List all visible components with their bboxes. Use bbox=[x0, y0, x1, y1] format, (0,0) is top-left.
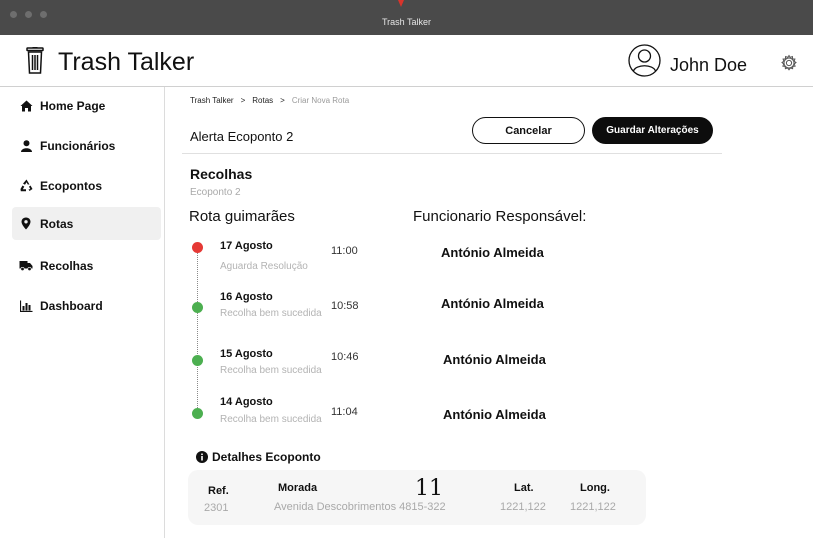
sidebar-item-dashboard[interactable]: Dashboard bbox=[12, 289, 161, 322]
trash-can-icon bbox=[26, 47, 44, 74]
entry-time: 11:04 bbox=[331, 406, 358, 418]
breadcrumb-separator: > bbox=[280, 96, 285, 105]
long-value: 1221,122 bbox=[570, 501, 616, 513]
breadcrumb-item-current: Criar Nova Rota bbox=[291, 96, 350, 105]
info-icon bbox=[196, 451, 208, 463]
entry-person: António Almeida bbox=[441, 296, 544, 311]
entry-person: António Almeida bbox=[441, 245, 544, 260]
timeline-line bbox=[197, 248, 198, 416]
route-title: Rota guimarães bbox=[189, 208, 295, 225]
divider bbox=[182, 153, 722, 154]
responsible-title: Funcionario Responsável: bbox=[413, 208, 587, 225]
sidebar-item-label: Rotas bbox=[40, 216, 74, 231]
entry-status: Recolha bem sucedida bbox=[220, 308, 322, 319]
section-title: Recolhas bbox=[190, 166, 253, 182]
entry-status: Recolha bem sucedida bbox=[220, 365, 322, 376]
sidebar: Home Page Funcionários Ecopontos Rotas R… bbox=[0, 87, 165, 538]
morada-value: Avenida Descobrimentos 4815-322 bbox=[274, 501, 446, 513]
door-number: 11 bbox=[415, 476, 443, 501]
alert-title: Alerta Ecoponto 2 bbox=[190, 129, 294, 144]
breadcrumb-item-rotas[interactable]: Rotas bbox=[252, 96, 273, 105]
status-dot-green bbox=[192, 355, 203, 366]
app-name: Trash Talker bbox=[58, 48, 195, 76]
morada-label: Morada bbox=[278, 482, 318, 494]
truck-icon bbox=[19, 259, 33, 273]
sidebar-item-label: Dashboard bbox=[40, 298, 103, 313]
person-icon bbox=[19, 139, 33, 153]
user-avatar-icon[interactable] bbox=[628, 44, 661, 77]
long-label: Long. bbox=[580, 482, 610, 494]
sidebar-item-rotas[interactable]: Rotas bbox=[12, 207, 161, 240]
entry-date: 17 Agosto bbox=[220, 240, 273, 252]
recycle-icon bbox=[19, 179, 33, 193]
window-titlebar: Trash Talker bbox=[0, 0, 813, 35]
lat-label: Lat. bbox=[514, 482, 534, 494]
breadcrumb: Trash Talker > Rotas > Criar Nova Rota bbox=[190, 96, 349, 105]
entry-time: 11:00 bbox=[331, 245, 358, 257]
pointer-marker-icon bbox=[398, 0, 404, 7]
entry-person: António Almeida bbox=[443, 352, 546, 367]
window-title: Trash Talker bbox=[381, 17, 432, 27]
entry-date: 14 Agosto bbox=[220, 396, 273, 408]
lat-value: 1221,122 bbox=[500, 501, 546, 513]
status-dot-red bbox=[192, 242, 203, 253]
entry-time: 10:58 bbox=[331, 300, 359, 312]
sidebar-item-label: Ecopontos bbox=[40, 178, 102, 193]
entry-status: Recolha bem sucedida bbox=[220, 414, 322, 425]
sidebar-item-home[interactable]: Home Page bbox=[12, 89, 161, 122]
details-title-text: Detalhes Ecoponto bbox=[212, 450, 321, 464]
map-pin-icon bbox=[19, 217, 33, 231]
cancel-button[interactable]: Cancelar bbox=[472, 117, 585, 144]
sidebar-item-ecopontos[interactable]: Ecopontos bbox=[12, 169, 161, 202]
sidebar-item-recolhas[interactable]: Recolhas bbox=[12, 249, 161, 282]
breadcrumb-item-home[interactable]: Trash Talker bbox=[190, 96, 234, 105]
ref-label: Ref. bbox=[208, 485, 229, 497]
user-name[interactable]: John Doe bbox=[670, 55, 747, 76]
sidebar-item-label: Recolhas bbox=[40, 258, 94, 273]
entry-date: 15 Agosto bbox=[220, 348, 273, 360]
breadcrumb-separator: > bbox=[240, 96, 246, 105]
app-header: Trash Talker John Doe bbox=[0, 35, 813, 87]
details-title: Detalhes Ecoponto bbox=[196, 450, 321, 464]
section-subtitle: Ecoponto 2 bbox=[190, 187, 241, 198]
status-dot-green bbox=[192, 302, 203, 313]
entry-status: Aguarda Resolução bbox=[220, 261, 308, 272]
entry-person: António Almeida bbox=[443, 407, 546, 422]
bar-chart-icon bbox=[19, 299, 33, 313]
status-dot-green bbox=[192, 408, 203, 419]
home-icon bbox=[19, 99, 33, 113]
sidebar-item-label: Funcionários bbox=[40, 138, 116, 153]
entry-time: 10:46 bbox=[331, 351, 359, 363]
sidebar-item-label: Home Page bbox=[40, 98, 106, 113]
ref-value: 2301 bbox=[204, 502, 229, 514]
sidebar-item-funcionarios[interactable]: Funcionários bbox=[12, 129, 161, 162]
gear-icon[interactable] bbox=[780, 54, 798, 72]
save-changes-button[interactable]: Guardar Alterações bbox=[592, 117, 713, 144]
entry-date: 16 Agosto bbox=[220, 291, 273, 303]
